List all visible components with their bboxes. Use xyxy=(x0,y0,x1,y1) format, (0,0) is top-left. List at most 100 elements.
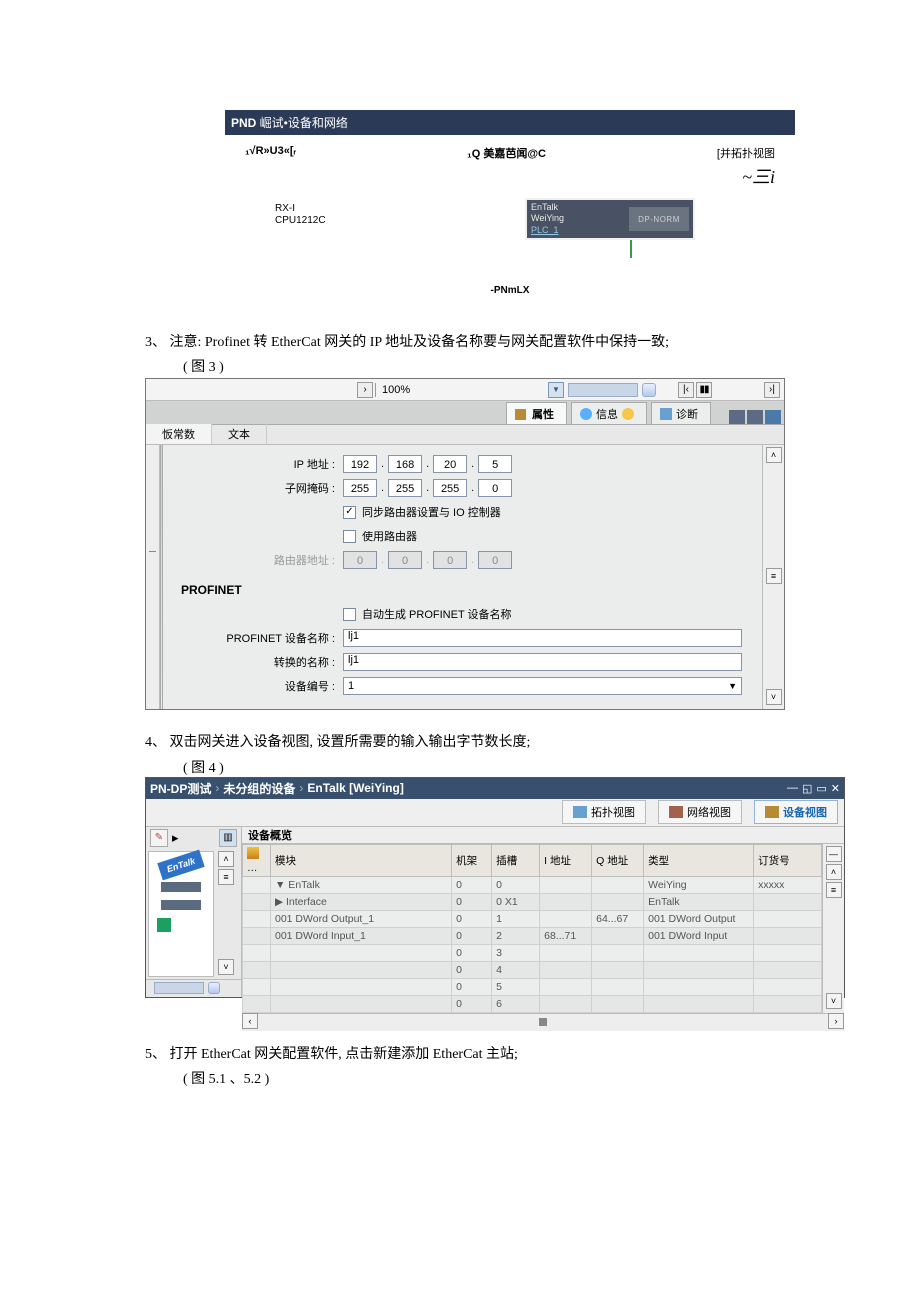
hscroll-right[interactable]: › xyxy=(828,1013,844,1029)
checkbox-use-router[interactable] xyxy=(343,530,356,543)
view-network-label: 网络视图 xyxy=(687,804,731,820)
table-cell xyxy=(540,876,592,893)
table-hscroll[interactable]: ‹ › xyxy=(242,1013,844,1031)
view-network-button[interactable]: 网络视图 xyxy=(658,800,742,824)
fig4-titlebar: PN-DP测试 › 未分组的设备 › EnTalk [WeiYing] — ◱ … xyxy=(146,778,844,799)
thumb-scroll-up[interactable]: ˄ xyxy=(218,851,234,867)
mask-octet-1[interactable]: 255 xyxy=(343,479,377,497)
subtab-constants[interactable]: 㤆常数 xyxy=(146,424,212,444)
hscroll-left[interactable]: ‹ xyxy=(242,1013,258,1029)
top-left-text: ₁√R»U3«[ᵣ xyxy=(245,145,296,189)
thumb-scroll-mid[interactable]: ≡ xyxy=(218,869,234,885)
window-restore-icon[interactable]: ◱ xyxy=(802,782,812,795)
table-scroll-mid[interactable]: ≡ xyxy=(826,882,842,898)
fig3-subtabs: 㤆常数 文本 xyxy=(146,425,784,445)
crumb-0[interactable]: PN-DP测试 xyxy=(150,780,211,797)
nav-right-icon[interactable]: › xyxy=(357,382,373,398)
label-ip: IP 地址 : xyxy=(173,456,343,472)
subtab-text[interactable]: 文本 xyxy=(212,424,267,444)
table-cell: ▶ Interface xyxy=(271,893,452,910)
col-order[interactable]: 订货号 xyxy=(754,844,822,876)
table-cell: 001 DWord Input xyxy=(644,927,754,944)
col-slot[interactable]: 插槽 xyxy=(492,844,540,876)
table-row[interactable]: 05 xyxy=(243,978,822,995)
thumb-minimap-button[interactable] xyxy=(208,982,220,994)
input-pn-name[interactable]: lj1 xyxy=(343,629,742,647)
view-switcher: 拓扑视图 网络视图 设备视图 xyxy=(146,799,844,827)
ip-octet-1[interactable]: 192 xyxy=(343,455,377,473)
ip-octet-2[interactable]: 168 xyxy=(388,455,422,473)
mask-octet-4[interactable]: 0 xyxy=(478,479,512,497)
table-scrollbar[interactable]: — ˄ ≡ ˅ xyxy=(822,844,844,1013)
mask-octet-2[interactable]: 255 xyxy=(388,479,422,497)
window-button-a[interactable] xyxy=(729,410,745,424)
table-cell: 68...71 xyxy=(540,927,592,944)
nav-last-icon[interactable]: ›| xyxy=(764,382,780,398)
crumb-1[interactable]: 未分组的设备 xyxy=(223,780,295,797)
table-filter-icon[interactable] xyxy=(247,847,259,859)
thumb-scroll-down[interactable]: ˅ xyxy=(218,959,234,975)
view-device-label: 设备视图 xyxy=(783,804,827,820)
table-cell xyxy=(754,893,822,910)
table-row[interactable]: 04 xyxy=(243,961,822,978)
select-dev-no-value: 1 xyxy=(348,680,354,692)
view-device-button[interactable]: 设备视图 xyxy=(754,800,838,824)
table-scroll-up[interactable]: ˄ xyxy=(826,864,842,880)
ip-octet-4[interactable]: 5 xyxy=(478,455,512,473)
tab-info[interactable]: 信息 xyxy=(571,402,647,424)
table-scroll-down[interactable]: ˅ xyxy=(826,993,842,1009)
table-row[interactable]: 06 xyxy=(243,995,822,1012)
table-row[interactable]: 03 xyxy=(243,944,822,961)
tab-diagnostics[interactable]: 诊断 xyxy=(651,402,711,424)
table-row[interactable]: ▼ EnTalk00WeiYingxxxxx xyxy=(243,876,822,893)
window-minimize-icon[interactable]: — xyxy=(787,782,798,795)
col-type[interactable]: 类型 xyxy=(644,844,754,876)
table-cell xyxy=(754,927,822,944)
label-mask: 子网掩码 : xyxy=(173,480,343,496)
table-row[interactable]: ▶ Interface00 X1EnTalk xyxy=(243,893,822,910)
plc-line1: RX-I xyxy=(275,203,326,215)
input-conv-name[interactable]: lj1 xyxy=(343,653,742,671)
minimap-button[interactable] xyxy=(642,383,656,397)
dropdown-icon[interactable]: ▼ xyxy=(548,382,564,398)
thumb-tool-a[interactable]: ✎ xyxy=(150,829,168,847)
tab-properties[interactable]: 属性 xyxy=(506,402,567,424)
select-dev-no[interactable]: 1 ▼ xyxy=(343,677,742,695)
scroll-down-icon[interactable]: ˅ xyxy=(766,689,782,705)
hscroll-thumb[interactable] xyxy=(539,1018,547,1026)
crumb-2[interactable]: EnTalk [WeiYing] xyxy=(307,781,403,795)
ip-octet-3[interactable]: 20 xyxy=(433,455,467,473)
nav-first-icon[interactable]: |‹ xyxy=(678,382,694,398)
thumb-tool-b[interactable]: ▥ xyxy=(219,829,237,847)
table-cell: 2 xyxy=(492,927,540,944)
window-maximize-icon[interactable]: ▭ xyxy=(816,782,826,795)
fig3-scrollbar[interactable]: ˄ ≡ ˅ xyxy=(762,445,784,709)
table-cell xyxy=(540,995,592,1012)
scroll-up-icon[interactable]: ˄ xyxy=(766,447,782,463)
split-gutter-left[interactable] xyxy=(146,445,160,709)
minimap[interactable] xyxy=(568,383,638,397)
table-scroll-menu[interactable]: — xyxy=(826,846,842,862)
device-thumbnail[interactable]: EnTalk xyxy=(148,851,214,977)
col-rack[interactable]: 机架 xyxy=(452,844,492,876)
scroll-mid-icon[interactable]: ≡ xyxy=(766,568,782,584)
table-row[interactable]: 001 DWord Output_10164...67001 DWord Out… xyxy=(243,910,822,927)
window-button-b[interactable] xyxy=(747,410,763,424)
window-close-icon[interactable]: ✕ xyxy=(831,782,840,795)
table-row[interactable]: 001 DWord Input_10268...71001 DWord Inpu… xyxy=(243,927,822,944)
paragraph-5: 5、 打开 EtherCat 网关配置软件, 点击新建添加 EtherCat 主… xyxy=(145,1044,790,1066)
nav-pause-icon[interactable]: ▮▮ xyxy=(696,382,712,398)
table-cell: 64...67 xyxy=(592,910,644,927)
checkbox-sync-router[interactable] xyxy=(343,506,356,519)
col-iaddr[interactable]: I 地址 xyxy=(540,844,592,876)
gw-plc-link[interactable]: PLC_1 xyxy=(531,225,564,236)
table-cell: 0 xyxy=(452,910,492,927)
col-module[interactable]: 模块 xyxy=(271,844,452,876)
window-button-c[interactable] xyxy=(765,410,781,424)
mask-octet-3[interactable]: 255 xyxy=(433,479,467,497)
checkbox-autogen-name[interactable] xyxy=(343,608,356,621)
gateway-block[interactable]: EnTalk WeiYing PLC_1 DP-NORM xyxy=(525,198,695,240)
col-qaddr[interactable]: Q 地址 xyxy=(592,844,644,876)
view-topology-button[interactable]: 拓扑视图 xyxy=(562,800,646,824)
thumb-minimap[interactable] xyxy=(154,982,204,994)
